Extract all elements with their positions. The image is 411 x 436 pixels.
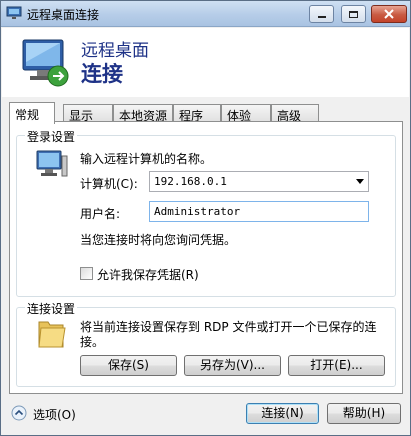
open-button[interactable]: 打开(E)... [288,355,385,376]
header-title-line2: 连接 [81,62,123,86]
connection-settings-label: 连接设置 [25,300,78,317]
options-label[interactable]: 选项(O) [33,406,76,423]
maximize-icon [349,10,358,18]
computer-name-prompt: 输入远程计算机的名称。 [80,152,213,166]
computer-combobox[interactable]: 192.168.0.1 [149,171,369,192]
connection-description-line2: 接。 [80,335,105,349]
maximize-button[interactable] [341,5,366,23]
connection-description-line1: 将当前连接设置保存到 RDP 文件或打开一个已保存的连 [80,320,377,334]
title-bar[interactable]: 远程桌面连接 [1,1,410,27]
computer-value: 192.168.0.1 [154,175,227,188]
connect-button[interactable]: 连接(N) [246,403,319,424]
connection-settings-group: 连接设置 将当前连接设置保存到 RDP 文件或打开一个已保存的连 接。 保存(S… [16,300,396,387]
save-credentials-label[interactable]: 允许我保存凭据(R) [97,266,199,283]
minimize-icon [317,16,326,18]
remote-desktop-app-icon [6,6,22,19]
options-toggle-icon[interactable] [11,405,27,421]
tab-strip: 常规 显示 本地资源 程序 体验 高级 [9,102,409,124]
remote-desktop-window: 远程桌面连接 远程桌面 连接 常规 显示 本地资源 程序 体验 高级 登录设置 … [0,0,411,436]
folder-icon [38,321,66,348]
header-banner: 远程桌面 连接 [2,28,409,97]
minimize-button[interactable] [309,5,334,23]
close-button[interactable] [371,5,407,23]
chevron-down-icon[interactable] [356,179,364,184]
login-settings-group: 登录设置 输入远程计算机的名称。 计算机(C): 192.168.0.1 用户名… [16,128,396,297]
computer-icon [36,150,68,177]
computer-label: 计算机(C): [80,177,138,191]
general-tab-panel: 登录设置 输入远程计算机的名称。 计算机(C): 192.168.0.1 用户名… [9,121,403,394]
remote-desktop-monitor-icon [22,39,69,87]
username-field[interactable]: Administrator [149,201,369,222]
login-settings-label: 登录设置 [25,128,78,145]
credentials-note: 当您连接时将向您询问凭据。 [80,233,237,247]
username-label: 用户名: [80,207,121,221]
help-button[interactable]: 帮助(H) [327,403,401,424]
save-credentials-checkbox[interactable] [80,267,93,280]
save-button[interactable]: 保存(S) [80,355,177,376]
save-as-button[interactable]: 另存为(V)... [184,355,281,376]
close-icon [384,9,394,19]
window-title: 远程桌面连接 [27,8,100,22]
username-value: Administrator [154,205,241,218]
tab-general[interactable]: 常规 [9,102,55,124]
